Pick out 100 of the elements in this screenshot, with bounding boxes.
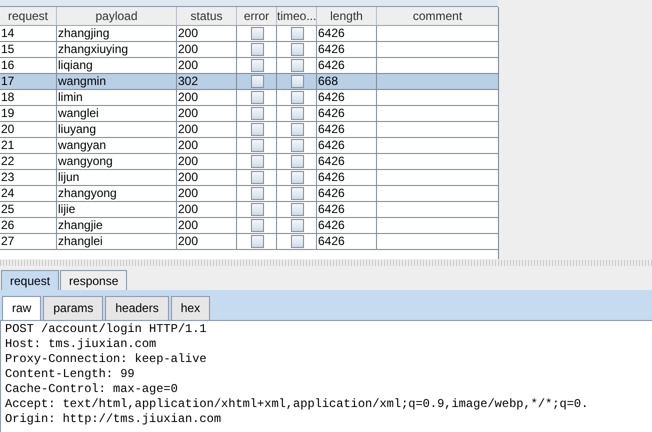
table-cell: zhangyong bbox=[57, 186, 177, 201]
column-header[interactable]: comment bbox=[377, 7, 498, 25]
table-cell: 200 bbox=[177, 218, 237, 233]
table-row[interactable]: 25 lijie 200 6426 bbox=[0, 202, 498, 218]
request-line: Cache-Control: max-age=0 bbox=[5, 382, 179, 397]
tab[interactable]: params bbox=[43, 296, 104, 320]
checkbox[interactable] bbox=[250, 187, 264, 200]
tab[interactable]: hex bbox=[170, 296, 210, 320]
table-row[interactable]: 22 wangyong 200 6426 bbox=[0, 154, 498, 170]
table-cell: 24 bbox=[0, 186, 57, 201]
column-header[interactable]: payload bbox=[57, 7, 177, 25]
checkbox[interactable] bbox=[290, 27, 304, 40]
table-cell: 200 bbox=[177, 234, 237, 249]
table-cell: 15 bbox=[0, 42, 57, 57]
checkbox[interactable] bbox=[250, 203, 264, 216]
table-cell: 200 bbox=[177, 122, 237, 137]
table-row[interactable]: 17 wangmin 302 668 bbox=[0, 74, 498, 90]
table-cell: 200 bbox=[177, 58, 237, 73]
checkbox[interactable] bbox=[290, 139, 304, 152]
column-header[interactable]: request bbox=[0, 7, 57, 25]
table-cell: 6426 bbox=[317, 170, 377, 185]
column-header[interactable]: status bbox=[177, 7, 237, 25]
tab[interactable]: headers bbox=[105, 296, 169, 320]
table-cell: wanglei bbox=[57, 106, 177, 121]
tab[interactable]: raw bbox=[2, 296, 42, 320]
checkbox[interactable] bbox=[290, 219, 304, 232]
tab[interactable]: request bbox=[1, 270, 60, 290]
checkbox[interactable] bbox=[250, 235, 264, 248]
table-cell: 21 bbox=[0, 138, 57, 153]
table-cell: 6426 bbox=[317, 138, 377, 153]
checkbox[interactable] bbox=[290, 123, 304, 136]
table-cell: liuyang bbox=[57, 122, 177, 137]
splitter-handle[interactable] bbox=[0, 260, 652, 266]
table-cell: 6426 bbox=[317, 186, 377, 201]
column-header[interactable]: length bbox=[317, 7, 377, 25]
table-row[interactable]: 21 wangyan 200 6426 bbox=[0, 138, 498, 154]
table-cell: 6426 bbox=[317, 58, 377, 73]
table-cell: lijie bbox=[57, 202, 177, 217]
column-header[interactable]: timeo... bbox=[277, 7, 317, 25]
table-cell: 17 bbox=[0, 74, 57, 89]
table-cell: 23 bbox=[0, 170, 57, 185]
table-cell: 18 bbox=[0, 90, 57, 105]
table-cell: 14 bbox=[0, 26, 57, 41]
table-row[interactable]: 14 zhangjing 200 6426 bbox=[0, 26, 498, 42]
checkbox[interactable] bbox=[250, 219, 264, 232]
table-row[interactable]: 23 lijun 200 6426 bbox=[0, 170, 498, 186]
checkbox[interactable] bbox=[290, 171, 304, 184]
table-cell: 22 bbox=[0, 154, 57, 169]
checkbox[interactable] bbox=[290, 203, 304, 216]
checkbox[interactable] bbox=[250, 43, 264, 56]
table-row[interactable]: 24 zhangyong 200 6426 bbox=[0, 186, 498, 202]
table-cell: 27 bbox=[0, 234, 57, 249]
table-row[interactable]: 18 limin 200 6426 bbox=[0, 90, 498, 106]
table-cell: 668 bbox=[317, 74, 377, 89]
table-cell: 6426 bbox=[317, 154, 377, 169]
checkbox[interactable] bbox=[250, 123, 264, 136]
table-row[interactable]: 26 zhangjie 200 6426 bbox=[0, 218, 498, 234]
table-cell: wangmin bbox=[57, 74, 177, 89]
table-cell: lijun bbox=[57, 170, 177, 185]
checkbox[interactable] bbox=[290, 235, 304, 248]
request-line: Proxy-Connection: keep-alive bbox=[5, 352, 208, 367]
table-cell: 6426 bbox=[317, 26, 377, 41]
request-line: POST /account/login HTTP/1.1 bbox=[5, 322, 208, 337]
table-cell: wangyong bbox=[57, 154, 177, 169]
request-line: Origin: http://tms.jiuxian.com bbox=[5, 412, 222, 427]
table-cell: 6426 bbox=[317, 202, 377, 217]
checkbox[interactable] bbox=[290, 75, 304, 88]
checkbox[interactable] bbox=[250, 75, 264, 88]
checkbox[interactable] bbox=[250, 91, 264, 104]
table-cell: 200 bbox=[177, 202, 237, 217]
checkbox[interactable] bbox=[290, 59, 304, 72]
column-header[interactable]: error bbox=[237, 7, 277, 25]
table-row[interactable]: 19 wanglei 200 6426 bbox=[0, 106, 498, 122]
checkbox[interactable] bbox=[290, 155, 304, 168]
table-cell: zhangjie bbox=[57, 218, 177, 233]
checkbox[interactable] bbox=[250, 171, 264, 184]
table-row[interactable]: 15 zhangxiuying 200 6426 bbox=[0, 42, 498, 58]
request-line: Content-Length: 99 bbox=[5, 367, 136, 382]
checkbox[interactable] bbox=[290, 91, 304, 104]
table-cell: zhangjing bbox=[57, 26, 177, 41]
checkbox[interactable] bbox=[290, 43, 304, 56]
table-row[interactable]: 20 liuyang 200 6426 bbox=[0, 122, 498, 138]
table-cell: 200 bbox=[177, 26, 237, 41]
checkbox[interactable] bbox=[250, 107, 264, 120]
table-cell: 20 bbox=[0, 122, 57, 137]
table-row[interactable]: 27 zhanglei 200 6426 bbox=[0, 234, 498, 250]
checkbox[interactable] bbox=[250, 27, 264, 40]
table-cell: 200 bbox=[177, 186, 237, 201]
checkbox[interactable] bbox=[250, 139, 264, 152]
raw-request-text[interactable] bbox=[0, 321, 652, 432]
table-cell: wangyan bbox=[57, 138, 177, 153]
tab[interactable]: response bbox=[60, 270, 128, 290]
table-cell: 200 bbox=[177, 170, 237, 185]
table-row[interactable]: 16 liqiang 200 6426 bbox=[0, 58, 498, 74]
checkbox[interactable] bbox=[290, 187, 304, 200]
checkbox[interactable] bbox=[250, 59, 264, 72]
table-cell: liqiang bbox=[57, 58, 177, 73]
table-cell: 200 bbox=[177, 138, 237, 153]
checkbox[interactable] bbox=[250, 155, 264, 168]
checkbox[interactable] bbox=[290, 107, 304, 120]
